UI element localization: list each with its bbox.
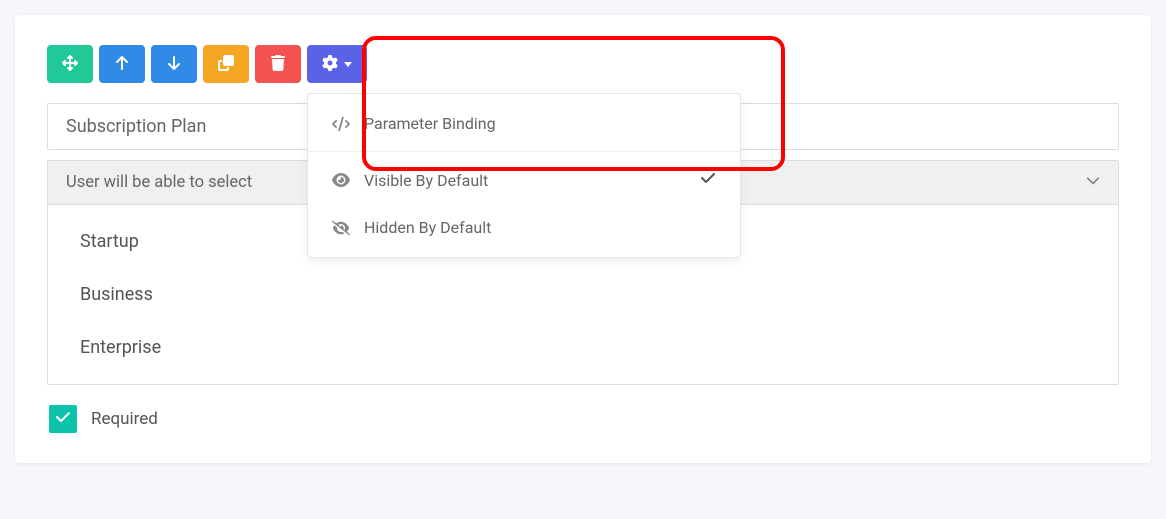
copy-button[interactable] bbox=[203, 45, 249, 83]
trash-icon bbox=[270, 55, 286, 74]
field-toolbar: Parameter Binding Visible By Default bbox=[47, 45, 1119, 83]
dropdown-item-label: Visible By Default bbox=[364, 171, 488, 190]
move-up-button[interactable] bbox=[99, 45, 145, 83]
dropdown-item-visible-default[interactable]: Visible By Default bbox=[308, 156, 740, 204]
option-label: Enterprise bbox=[80, 337, 161, 358]
eye-slash-icon bbox=[332, 219, 350, 237]
form-field-card: Parameter Binding Visible By Default bbox=[15, 15, 1151, 463]
settings-dropdown: Parameter Binding Visible By Default bbox=[307, 93, 741, 258]
arrow-down-icon bbox=[166, 55, 182, 74]
gear-icon bbox=[322, 55, 338, 74]
dropdown-item-hidden-default[interactable]: Hidden By Default bbox=[308, 204, 740, 251]
code-icon bbox=[332, 115, 350, 133]
list-item[interactable]: Business bbox=[48, 268, 1118, 321]
move-down-button[interactable] bbox=[151, 45, 197, 83]
dropdown-item-label: Parameter Binding bbox=[364, 114, 496, 133]
arrow-up-icon bbox=[114, 55, 130, 74]
delete-button[interactable] bbox=[255, 45, 301, 83]
move-button[interactable] bbox=[47, 45, 93, 83]
eye-icon bbox=[332, 171, 350, 189]
behavior-select-label: User will be able to select bbox=[66, 173, 252, 192]
required-checkbox[interactable] bbox=[49, 405, 77, 433]
dropdown-divider bbox=[308, 151, 740, 152]
chevron-down-icon bbox=[1086, 173, 1100, 192]
settings-button[interactable] bbox=[307, 45, 367, 83]
copy-icon bbox=[218, 55, 234, 74]
required-row: Required bbox=[47, 405, 1119, 433]
required-label: Required bbox=[91, 409, 158, 429]
dropdown-item-label: Hidden By Default bbox=[364, 218, 491, 237]
check-icon bbox=[700, 170, 716, 190]
settings-dropdown-wrap: Parameter Binding Visible By Default bbox=[307, 45, 367, 83]
dropdown-item-parameter-binding[interactable]: Parameter Binding bbox=[308, 100, 740, 147]
check-icon bbox=[55, 409, 71, 429]
option-label: Startup bbox=[80, 231, 139, 252]
field-title-text: Subscription Plan bbox=[66, 116, 206, 137]
move-icon bbox=[62, 55, 78, 74]
caret-down-icon bbox=[344, 62, 352, 67]
list-item[interactable]: Enterprise bbox=[48, 321, 1118, 374]
option-label: Business bbox=[80, 284, 153, 305]
